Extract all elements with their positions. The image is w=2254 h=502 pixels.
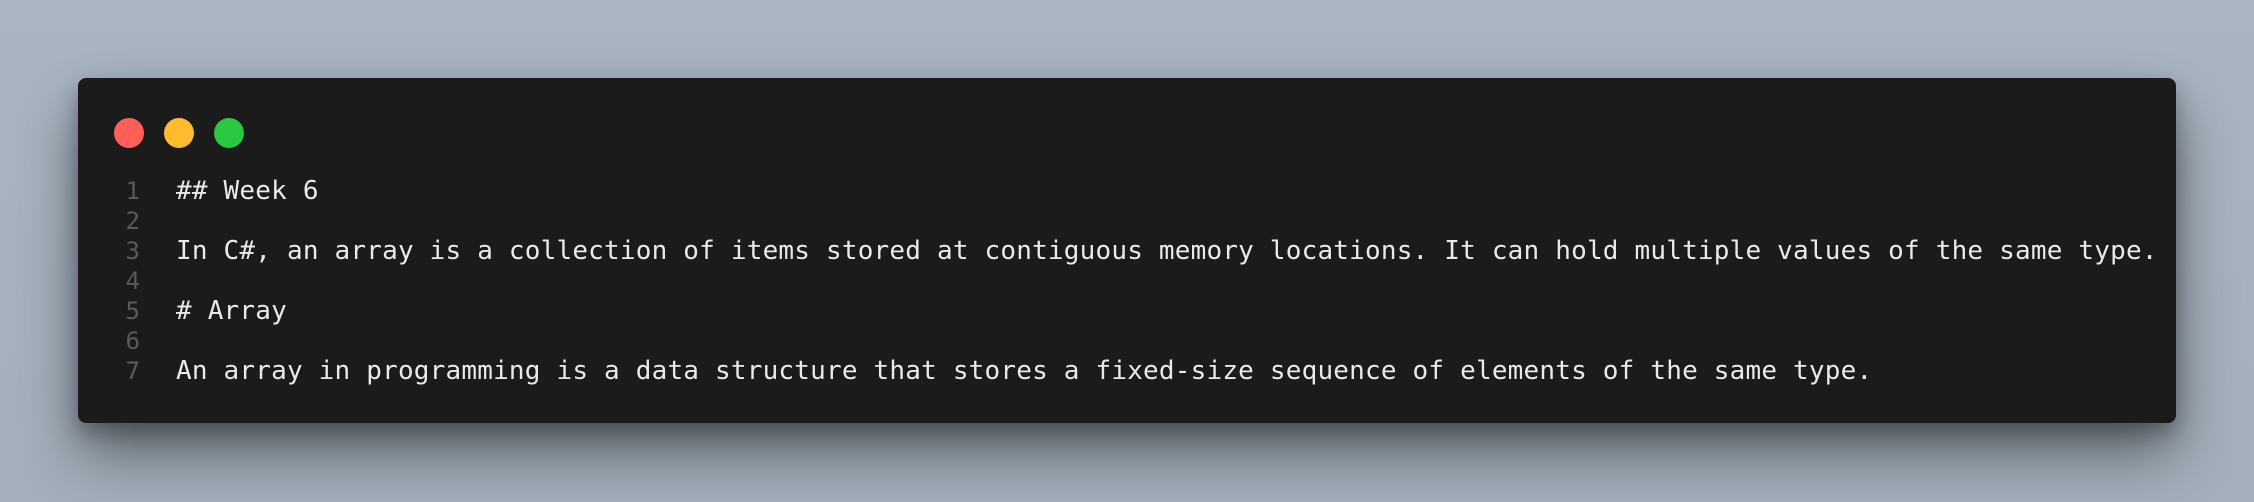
code-line: 4 xyxy=(78,266,2176,296)
line-number: 3 xyxy=(125,237,140,265)
code-window: 1 ## Week 6 2 3 In C#, an array is a col… xyxy=(78,78,2176,423)
line-number: 7 xyxy=(125,357,140,385)
line-text: An array in programming is a data struct… xyxy=(176,356,1873,386)
code-line: 7 An array in programming is a data stru… xyxy=(78,356,2176,386)
line-text: In C#, an array is a collection of items… xyxy=(176,236,2158,266)
window-controls xyxy=(114,118,264,148)
code-line: 1 ## Week 6 xyxy=(78,176,2176,206)
line-text: # Array xyxy=(176,296,287,326)
code-line: 2 xyxy=(78,206,2176,236)
code-line: 5 # Array xyxy=(78,296,2176,326)
close-dot-icon[interactable] xyxy=(114,118,144,148)
code-line: 6 xyxy=(78,326,2176,356)
line-number: 6 xyxy=(125,327,140,355)
code-block: 1 ## Week 6 2 3 In C#, an array is a col… xyxy=(78,176,2176,386)
line-number: 4 xyxy=(125,267,140,295)
line-number: 2 xyxy=(125,207,140,235)
maximize-dot-icon[interactable] xyxy=(214,118,244,148)
minimize-dot-icon[interactable] xyxy=(164,118,194,148)
line-text: ## Week 6 xyxy=(176,176,319,206)
line-number: 1 xyxy=(125,177,140,205)
code-line: 3 In C#, an array is a collection of ite… xyxy=(78,236,2176,266)
line-number: 5 xyxy=(125,297,140,325)
